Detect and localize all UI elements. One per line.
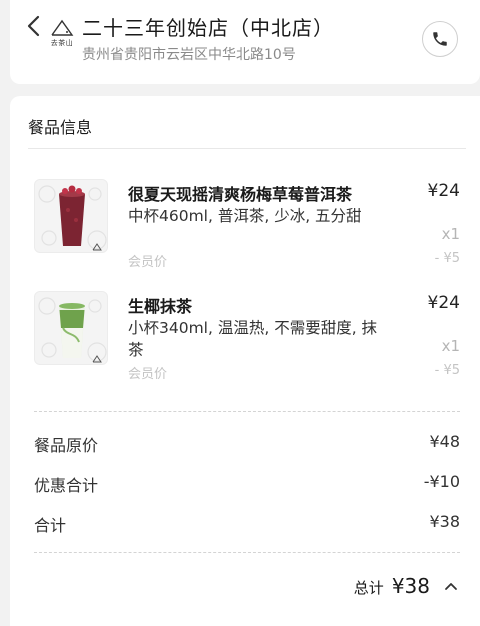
berry-tea-cup-icon xyxy=(38,185,107,251)
item-price: ¥24 xyxy=(427,293,460,313)
member-price-label: 会员价 xyxy=(128,255,168,270)
logo-text: 去茶山 xyxy=(50,39,74,47)
member-price-label: 会员价 xyxy=(128,367,168,382)
order-item[interactable]: 很夏天现摇清爽杨梅草莓普洱茶 中杯460ml, 普洱茶, 少冰, 五分甜 会员价… xyxy=(34,179,460,275)
mountain-logo-icon xyxy=(51,19,74,36)
discount-total-value: -¥10 xyxy=(423,472,460,491)
item-spec: 小杯340ml, 温温热, 不需要甜度, 抹茶 xyxy=(128,319,378,359)
total-value: ¥38 xyxy=(391,574,430,598)
subtotal-row: 合计 ¥38 xyxy=(34,512,460,536)
subtotal-value: ¥38 xyxy=(429,512,460,531)
order-item[interactable]: 生椰抹茶 小杯340ml, 温温热, 不需要甜度, 抹茶 会员价 ¥24 x1 … xyxy=(34,291,460,387)
brand-logo: 去茶山 xyxy=(44,16,80,50)
item-discount: - ¥5 xyxy=(434,251,460,266)
item-thumbnail xyxy=(34,179,108,253)
dashed-divider xyxy=(34,552,460,553)
back-chevron-icon[interactable] xyxy=(26,14,42,38)
matcha-cup-icon xyxy=(38,297,107,363)
item-name: 很夏天现摇清爽杨梅草莓普洱茶 xyxy=(128,185,353,204)
section-title: 餐品信息 xyxy=(28,118,93,137)
item-thumbnail xyxy=(34,291,108,365)
total-label: 总计 xyxy=(353,579,384,597)
item-discount: - ¥5 xyxy=(434,363,460,378)
original-price-row: 餐品原价 ¥48 xyxy=(34,432,460,456)
divider xyxy=(28,148,466,149)
item-quantity: x1 xyxy=(441,337,460,355)
chevron-up-icon xyxy=(445,583,457,590)
discount-total-row: 优惠合计 -¥10 xyxy=(34,472,460,496)
phone-icon xyxy=(433,32,447,46)
subtotal-label: 合计 xyxy=(34,516,67,535)
store-address: 贵州省贵阳市云岩区中华北路10号 xyxy=(82,47,296,63)
total-toggle[interactable]: 总计 ¥38 xyxy=(354,574,458,598)
discount-total-label: 优惠合计 xyxy=(34,476,99,495)
item-quantity: x1 xyxy=(441,225,460,243)
original-price-label: 餐品原价 xyxy=(34,436,99,455)
store-header: 去茶山 二十三年创始店（中北店） 贵州省贵阳市云岩区中华北路10号 xyxy=(10,0,480,84)
dashed-divider xyxy=(34,411,460,412)
item-spec: 中杯460ml, 普洱茶, 少冰, 五分甜 xyxy=(128,207,362,225)
item-price: ¥24 xyxy=(427,181,460,201)
order-card: 餐品信息 很夏天现摇清爽杨梅草莓普洱茶 中杯460ml, 普洱茶, 少冰, 五分… xyxy=(10,96,480,626)
call-store-button[interactable] xyxy=(422,21,458,57)
item-name: 生椰抹茶 xyxy=(128,297,193,316)
store-name: 二十三年创始店（中北店） xyxy=(82,16,334,40)
original-price-value: ¥48 xyxy=(429,432,460,451)
